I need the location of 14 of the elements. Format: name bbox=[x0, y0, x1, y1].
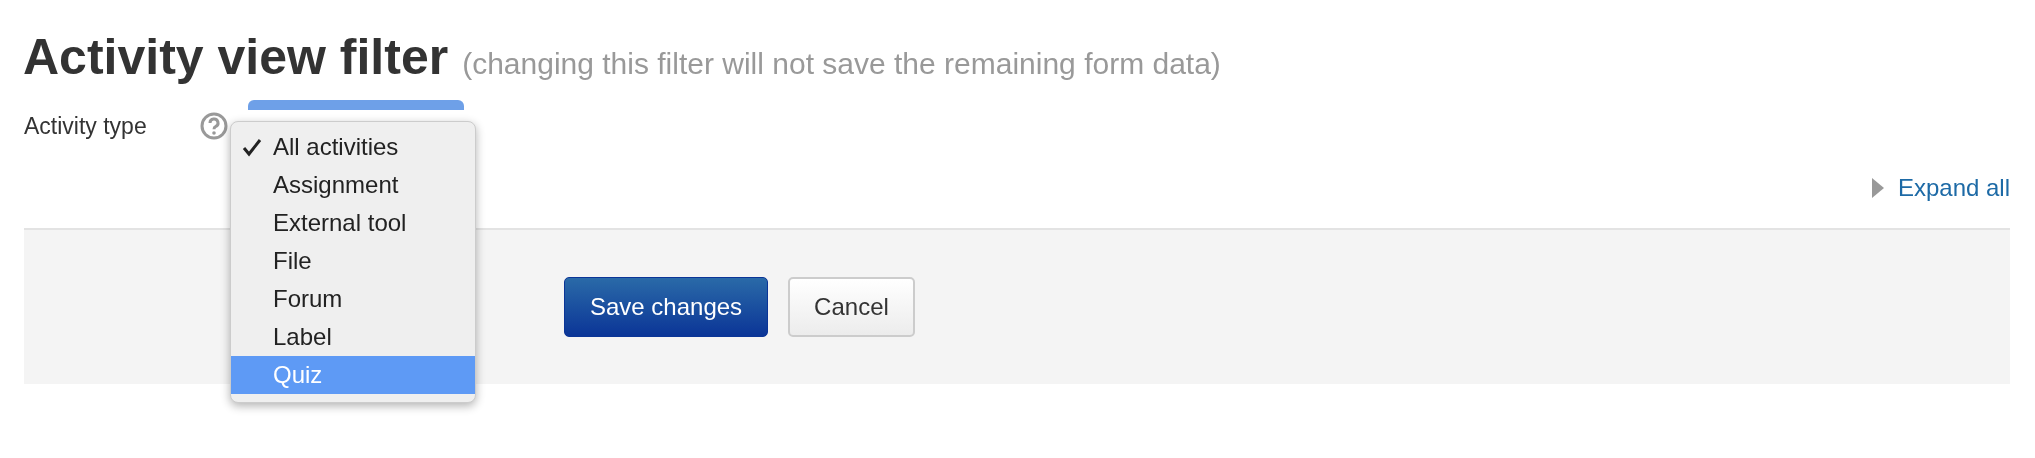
help-icon[interactable] bbox=[200, 112, 228, 140]
menu-option[interactable]: Forum bbox=[231, 280, 475, 318]
save-button[interactable]: Save changes bbox=[564, 277, 769, 337]
menu-option[interactable]: Label bbox=[231, 318, 475, 356]
page-title: Activity view filter bbox=[23, 28, 449, 86]
menu-option[interactable]: All activities bbox=[231, 128, 475, 166]
field-label: Activity type bbox=[24, 112, 148, 140]
filter-note: (changing this filter will not save the remaining form data) bbox=[462, 47, 1221, 81]
menu-option[interactable]: External tool bbox=[231, 204, 475, 242]
menu-option[interactable]: Assignment bbox=[231, 166, 475, 204]
cancel-button[interactable]: Cancel bbox=[788, 277, 915, 337]
expand-triangle-icon bbox=[1871, 178, 1884, 198]
menu-option[interactable]: File bbox=[231, 242, 475, 280]
expand-all-link[interactable]: Expand all bbox=[1897, 174, 2010, 202]
